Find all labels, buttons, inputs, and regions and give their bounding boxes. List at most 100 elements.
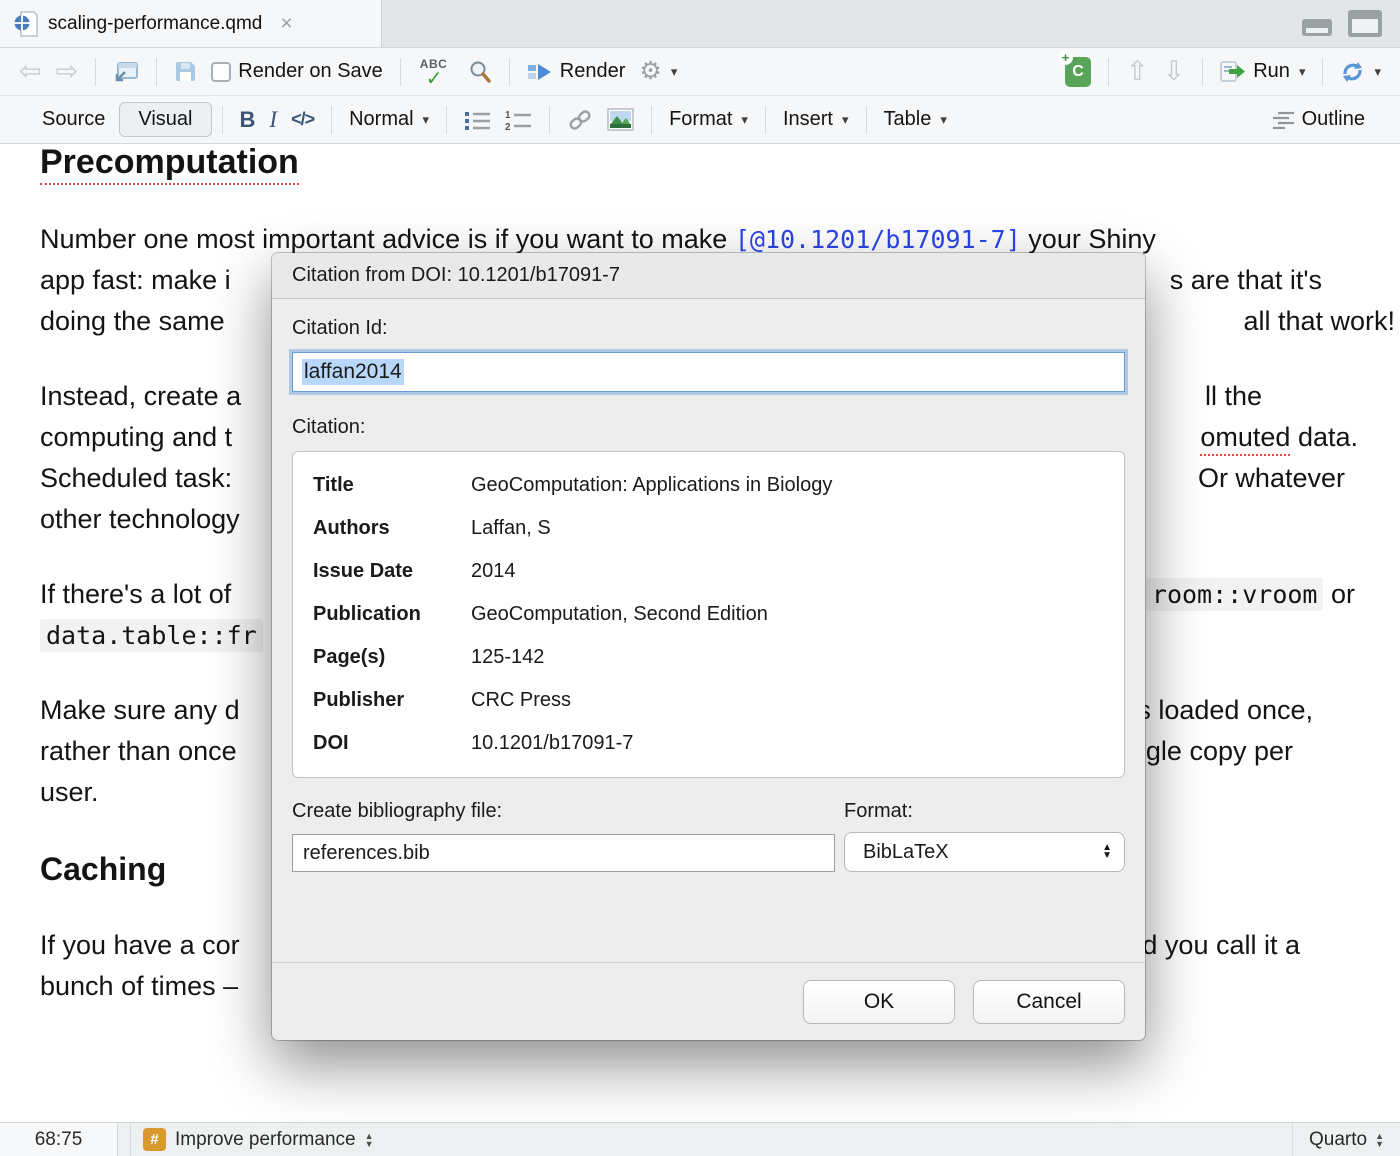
italic-button[interactable]: I [262, 107, 284, 133]
back-button[interactable]: ⇦ [12, 58, 49, 85]
format-select-value: BibLaTeX [863, 841, 949, 864]
selected-text: laffan2014 [302, 359, 404, 385]
document-outline-popup[interactable]: # Improve performance ▲▼ [130, 1123, 1293, 1156]
render-on-save-label: Render on Save [238, 60, 383, 83]
chevron-down-icon: ▾ [842, 112, 849, 128]
render-on-save-toggle[interactable]: Render on Save [204, 60, 390, 83]
run-button[interactable]: Run ▾ [1213, 60, 1312, 83]
insert-chunk-button[interactable]: + C [1058, 57, 1098, 87]
save-icon [174, 60, 197, 83]
outline-icon [1272, 111, 1295, 129]
dialog-title: Citation from DOI: 10.1201/b17091-7 [272, 253, 1145, 299]
gear-icon: ⚙ [639, 59, 661, 84]
citation-id-label: Citation Id: [292, 317, 1125, 341]
language-mode-popup[interactable]: Quarto ▲▼ [1293, 1123, 1400, 1156]
insert-chunk-icon: + C [1065, 57, 1091, 87]
language-mode-label: Quarto [1309, 1129, 1367, 1151]
outline-toggle-button[interactable]: Outline [1265, 108, 1372, 131]
render-button[interactable]: Render [520, 60, 633, 83]
chevron-down-icon: ▾ [671, 64, 678, 80]
numbered-list-button[interactable]: 1 2 [498, 109, 539, 131]
dialog-footer: OK Cancel [272, 962, 1145, 1040]
ok-button[interactable]: OK [803, 980, 955, 1024]
chevron-down-icon: ▾ [423, 112, 430, 128]
select-arrows-icon: ▲▼ [1102, 844, 1112, 860]
separator [549, 106, 550, 134]
status-bar: 68:75 # Improve performance ▲▼ Quarto ▲▼ [0, 1122, 1400, 1156]
chevron-down-icon: ▾ [741, 112, 748, 128]
separator [331, 106, 332, 134]
insert-image-button[interactable] [600, 108, 641, 131]
save-button[interactable] [167, 60, 204, 83]
minimize-icon[interactable] [1302, 19, 1332, 36]
code-button[interactable]: </> [284, 109, 321, 130]
popout-window-icon [113, 61, 139, 83]
cancel-button[interactable]: Cancel [973, 980, 1125, 1024]
bullet-list-button[interactable] [457, 109, 498, 131]
separator [1202, 58, 1203, 86]
separator [446, 106, 447, 134]
format-toolbar: Source Visual B I </> Normal ▾ 1 2 [0, 96, 1400, 144]
spellcheck-icon: ABC ✓ [418, 57, 454, 87]
numbered-list-icon: 1 2 [505, 109, 532, 131]
bullet-list-icon [464, 109, 491, 131]
insert-menu[interactable]: Insert ▾ [776, 108, 856, 131]
format-select[interactable]: BibLaTeX ▲▼ [844, 832, 1125, 872]
image-icon [607, 108, 634, 131]
bibliography-file-label: Create bibliography file: [292, 800, 835, 824]
bold-button[interactable]: B [233, 107, 263, 133]
format-label: Format: [844, 800, 1125, 824]
separator [765, 106, 766, 134]
spellcheck-button[interactable]: ABC ✓ [411, 57, 461, 87]
chevron-down-icon: ▾ [1374, 64, 1381, 80]
go-to-previous-chunk-button[interactable]: ⇧ [1119, 58, 1156, 85]
main-toolbar: ⇦ ⇨ Render on Save ABC ✓ [0, 48, 1400, 96]
up-arrow-icon: ⇧ [1126, 58, 1149, 85]
format-menu[interactable]: Format ▾ [662, 108, 755, 131]
separator [95, 58, 96, 86]
separator [1108, 58, 1109, 86]
inline-code: room::vroom [1146, 578, 1324, 611]
open-in-window-button[interactable] [106, 61, 146, 83]
forward-button[interactable]: ⇨ [49, 58, 86, 85]
quarto-file-icon [14, 11, 38, 37]
popup-arrows-icon: ▲▼ [1375, 1132, 1384, 1148]
separator [866, 106, 867, 134]
find-replace-button[interactable] [461, 60, 499, 84]
detail-row: Page(s)125-142 [313, 636, 1104, 679]
render-label: Render [560, 60, 626, 83]
separator [222, 106, 223, 134]
heading-hash-icon: # [143, 1128, 166, 1151]
misspelled-word: Precomputation [40, 144, 299, 185]
tab-title: scaling-performance.qmd [48, 13, 262, 35]
svg-text:1: 1 [505, 110, 511, 121]
bibliography-file-input[interactable]: references.bib [292, 834, 835, 872]
citation-id-input[interactable]: laffan2014 [292, 352, 1125, 392]
rerun-button[interactable]: ▾ [1333, 60, 1388, 84]
tab-source[interactable]: Source [28, 108, 119, 131]
tab-close-icon[interactable]: × [280, 13, 292, 34]
paragraph-style-dropdown[interactable]: Normal ▾ [342, 108, 436, 131]
citation-link[interactable]: [@10.1201/b17091-7] [735, 225, 1021, 254]
insert-link-button[interactable] [560, 109, 600, 131]
inline-code: data.table::fr [40, 619, 263, 652]
heading-precomputation: Precomputation [40, 144, 1360, 185]
back-icon: ⇦ [19, 58, 42, 85]
maximize-icon[interactable] [1348, 10, 1382, 37]
misspelled-word: omuted [1200, 422, 1290, 456]
detail-row: AuthorsLaffan, S [313, 507, 1104, 550]
down-arrow-icon: ⇩ [1163, 58, 1186, 85]
render-on-save-checkbox[interactable] [211, 62, 231, 82]
cursor-position[interactable]: 68:75 [0, 1123, 118, 1156]
render-options-button[interactable]: ⚙ ▾ [632, 59, 684, 84]
window-controls [1302, 0, 1400, 47]
tab-visual[interactable]: Visual [119, 102, 211, 137]
separator [1322, 58, 1323, 86]
popup-arrows-icon: ▲▼ [365, 1132, 374, 1148]
editor-tab-bar: scaling-performance.qmd × [0, 0, 1400, 48]
go-to-next-chunk-button[interactable]: ⇩ [1156, 58, 1193, 85]
svg-text:2: 2 [505, 122, 511, 131]
tab-scaling-performance[interactable]: scaling-performance.qmd × [0, 0, 382, 47]
run-label: Run [1253, 60, 1290, 83]
table-menu[interactable]: Table ▾ [877, 108, 954, 131]
